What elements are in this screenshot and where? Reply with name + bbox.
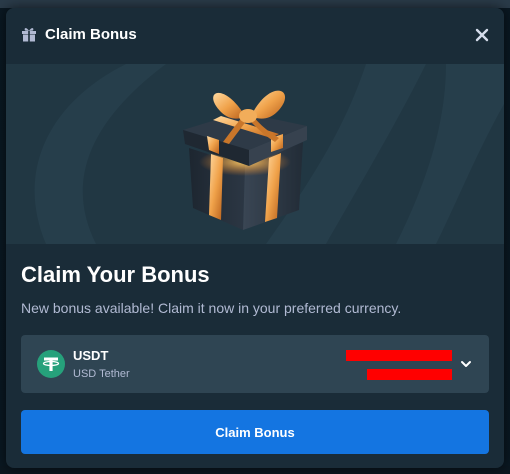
redacted-balance-secondary xyxy=(367,369,452,380)
tether-icon xyxy=(37,350,65,378)
claim-bonus-button[interactable]: Claim Bonus xyxy=(21,410,489,454)
modal-title: Claim Bonus xyxy=(45,26,137,43)
gift-icon xyxy=(21,26,37,42)
close-icon[interactable] xyxy=(475,28,489,42)
close-button[interactable] xyxy=(472,25,492,45)
backdrop-top-strip xyxy=(0,0,510,8)
modal-header: Claim Bonus xyxy=(6,8,504,64)
hero-banner xyxy=(6,64,504,244)
chevron-down-icon[interactable] xyxy=(459,357,473,371)
bonus-heading: Claim Your Bonus xyxy=(21,262,210,287)
claim-bonus-modal: Claim Bonus Claim Your Bonus New bonus a… xyxy=(6,8,504,468)
redacted-balance xyxy=(346,350,452,361)
gift-box-illustration xyxy=(183,90,307,230)
currency-code: USDT xyxy=(73,348,109,363)
bonus-description: New bonus available! Claim it now in you… xyxy=(21,300,402,316)
currency-dropdown[interactable]: USDT USD Tether xyxy=(21,335,489,393)
currency-name: USD Tether xyxy=(73,368,130,380)
